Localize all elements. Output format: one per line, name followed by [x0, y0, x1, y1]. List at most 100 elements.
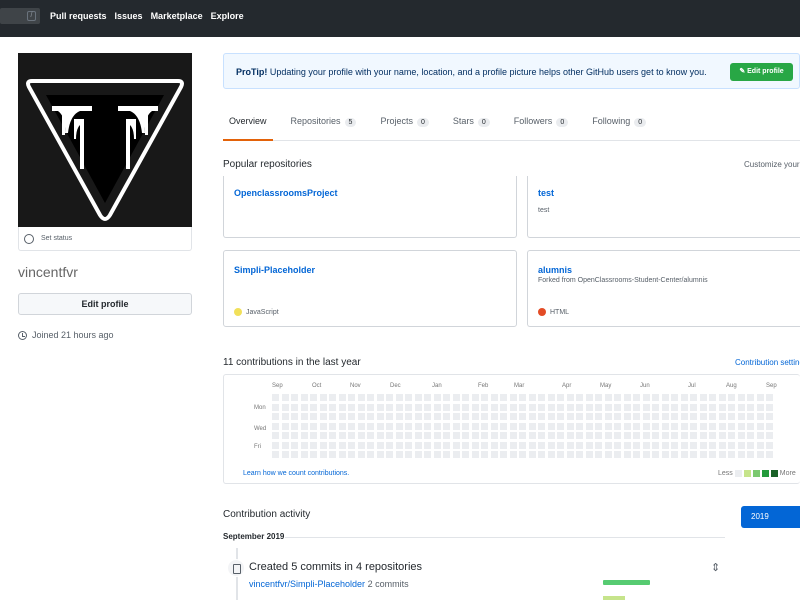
contribution-day-cell[interactable] — [566, 394, 574, 401]
contribution-day-cell[interactable] — [500, 394, 507, 401]
contribution-day-cell[interactable] — [319, 413, 327, 420]
contribution-day-cell[interactable] — [642, 432, 650, 439]
contribution-day-cell[interactable] — [585, 432, 593, 439]
contribution-day-cell[interactable] — [433, 432, 441, 439]
contribution-day-cell[interactable] — [747, 422, 754, 430]
contribution-day-cell[interactable] — [367, 422, 374, 430]
contribution-day-cell[interactable] — [661, 413, 669, 420]
contribution-day-cell[interactable] — [766, 451, 773, 458]
contribution-day-cell[interactable] — [310, 394, 317, 401]
contribution-day-cell[interactable] — [414, 422, 422, 430]
contribution-day-cell[interactable] — [300, 394, 308, 401]
contribution-day-cell[interactable] — [585, 394, 593, 401]
contribution-day-cell[interactable] — [310, 413, 317, 420]
contribution-day-cell[interactable] — [728, 422, 735, 430]
contribution-day-cell[interactable] — [481, 451, 488, 458]
contribution-day-cell[interactable] — [652, 422, 659, 430]
contribution-day-cell[interactable] — [623, 403, 631, 411]
search-input[interactable]: / — [0, 8, 40, 24]
contribution-day-cell[interactable] — [718, 451, 726, 458]
repo-name-link[interactable]: alumnis — [538, 265, 572, 275]
contribution-day-cell[interactable] — [310, 403, 317, 411]
contribution-day-cell[interactable] — [737, 432, 745, 439]
contribution-day-cell[interactable] — [690, 394, 697, 401]
contribution-day-cell[interactable] — [557, 403, 564, 411]
commit-count-link[interactable]: 2 commits — [368, 579, 409, 589]
contribution-day-cell[interactable] — [538, 413, 545, 420]
contribution-day-cell[interactable] — [376, 451, 384, 458]
contribution-day-cell[interactable] — [452, 403, 460, 411]
contribution-day-cell[interactable] — [433, 441, 441, 449]
contribution-day-cell[interactable] — [690, 403, 697, 411]
contribution-day-cell[interactable] — [424, 432, 431, 439]
contribution-day-cell[interactable] — [661, 403, 669, 411]
contribution-day-cell[interactable] — [310, 451, 317, 458]
contribution-day-cell[interactable] — [291, 451, 298, 458]
contribution-day-cell[interactable] — [272, 432, 279, 439]
contribution-day-cell[interactable] — [652, 441, 659, 449]
contribution-day-cell[interactable] — [367, 403, 374, 411]
contribution-day-cell[interactable] — [633, 451, 640, 458]
contribution-day-cell[interactable] — [500, 451, 507, 458]
contribution-day-cell[interactable] — [652, 394, 659, 401]
contribution-day-cell[interactable] — [566, 441, 574, 449]
contribution-day-cell[interactable] — [690, 451, 697, 458]
contribution-day-cell[interactable] — [329, 394, 336, 401]
contribution-day-cell[interactable] — [272, 413, 279, 420]
contribution-day-cell[interactable] — [595, 394, 602, 401]
contribution-day-cell[interactable] — [737, 441, 745, 449]
contribution-day-cell[interactable] — [319, 422, 327, 430]
contribution-day-cell[interactable] — [737, 451, 745, 458]
contribution-day-cell[interactable] — [699, 422, 707, 430]
contribution-day-cell[interactable] — [699, 441, 707, 449]
contribution-day-cell[interactable] — [357, 403, 365, 411]
contribution-day-cell[interactable] — [547, 451, 555, 458]
contribution-day-cell[interactable] — [661, 422, 669, 430]
contribution-day-cell[interactable] — [756, 413, 764, 420]
contribution-day-cell[interactable] — [424, 451, 431, 458]
contribution-day-cell[interactable] — [680, 441, 688, 449]
contribution-day-cell[interactable] — [405, 441, 412, 449]
contribution-day-cell[interactable] — [623, 432, 631, 439]
contribution-day-cell[interactable] — [433, 394, 441, 401]
contribution-day-cell[interactable] — [680, 432, 688, 439]
contribution-day-cell[interactable] — [576, 394, 583, 401]
contribution-day-cell[interactable] — [652, 413, 659, 420]
contribution-day-cell[interactable] — [338, 441, 346, 449]
contribution-day-cell[interactable] — [500, 422, 507, 430]
contribution-day-cell[interactable] — [471, 432, 479, 439]
contribution-day-cell[interactable] — [462, 394, 469, 401]
contribution-day-cell[interactable] — [471, 394, 479, 401]
contribution-day-cell[interactable] — [272, 403, 279, 411]
protip-edit-profile-button[interactable]: ✎ Edit profile — [730, 63, 793, 81]
contribution-day-cell[interactable] — [386, 403, 393, 411]
contribution-day-cell[interactable] — [376, 432, 384, 439]
contribution-day-cell[interactable] — [367, 413, 374, 420]
contribution-day-cell[interactable] — [481, 394, 488, 401]
contribution-day-cell[interactable] — [519, 441, 526, 449]
contribution-day-cell[interactable] — [395, 394, 403, 401]
nav-issues[interactable]: Issues — [115, 11, 143, 21]
contribution-day-cell[interactable] — [557, 441, 564, 449]
contribution-day-cell[interactable] — [357, 422, 365, 430]
tab-following[interactable]: Following 0 — [586, 106, 652, 141]
contribution-day-cell[interactable] — [462, 441, 469, 449]
contribution-day-cell[interactable] — [538, 441, 545, 449]
contribution-day-cell[interactable] — [756, 432, 764, 439]
contribution-day-cell[interactable] — [395, 413, 403, 420]
contribution-day-cell[interactable] — [519, 413, 526, 420]
contribution-day-cell[interactable] — [443, 422, 450, 430]
contribution-day-cell[interactable] — [557, 394, 564, 401]
contribution-day-cell[interactable] — [595, 403, 602, 411]
contribution-day-cell[interactable] — [671, 422, 678, 430]
contribution-day-cell[interactable] — [538, 422, 545, 430]
contribution-day-cell[interactable] — [509, 403, 517, 411]
contribution-day-cell[interactable] — [576, 432, 583, 439]
contribution-day-cell[interactable] — [452, 441, 460, 449]
contribution-day-cell[interactable] — [699, 413, 707, 420]
contribution-day-cell[interactable] — [699, 403, 707, 411]
contribution-day-cell[interactable] — [633, 422, 640, 430]
contribution-day-cell[interactable] — [500, 441, 507, 449]
contribution-day-cell[interactable] — [528, 451, 536, 458]
contribution-day-cell[interactable] — [728, 403, 735, 411]
